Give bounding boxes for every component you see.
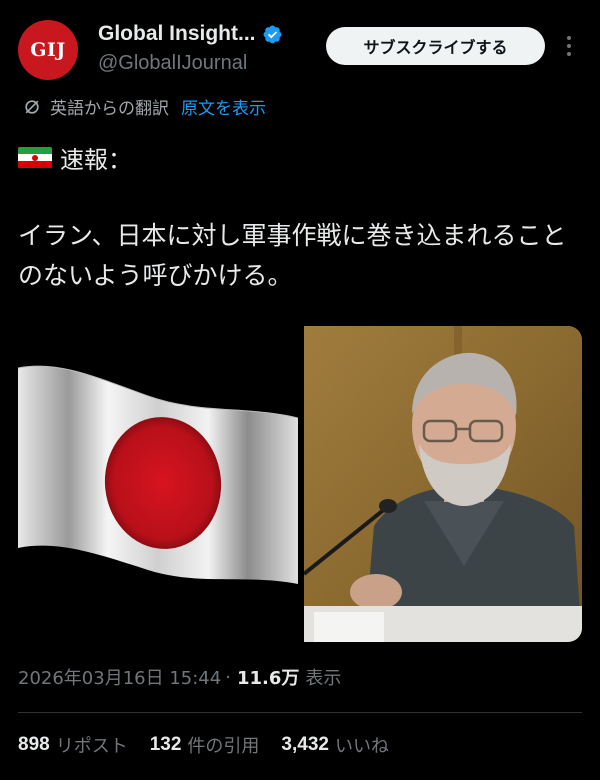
like-count[interactable]: 3,432 xyxy=(281,734,329,756)
verified-badge-icon xyxy=(263,25,281,43)
repost-count[interactable]: 898 xyxy=(18,734,50,756)
quote-label[interactable]: 件の引用 xyxy=(187,732,259,758)
author-name-row[interactable]: Global Insight... xyxy=(98,22,283,46)
repost-label[interactable]: リポスト xyxy=(56,732,128,758)
show-original-link[interactable]: 原文を表示 xyxy=(181,94,266,119)
headline-text: 速報： xyxy=(60,146,132,174)
views-count: 11.6万 xyxy=(236,668,300,689)
like-label[interactable]: いいね xyxy=(335,732,389,758)
tweet-card: GIJ Global Insight... @GlobalIJournal サブ… xyxy=(0,0,600,780)
author-display-name[interactable]: Global Insight... xyxy=(98,22,256,46)
iran-flag-icon xyxy=(18,146,52,169)
author-handle[interactable]: @GlobalIJournal xyxy=(98,52,247,75)
avatar[interactable]: GIJ xyxy=(18,20,78,80)
tweet-headline: 速報： xyxy=(18,140,132,175)
japan-flag-illustration xyxy=(18,365,298,584)
portrait-image[interactable] xyxy=(304,326,582,642)
meta-separator: · xyxy=(225,666,231,688)
views-label: 表示 xyxy=(305,668,342,689)
timestamp[interactable]: 2026年03月16日 15:44 xyxy=(18,664,221,690)
tweet-meta: 2026年03月16日 15:44 · 11.6万 表示 xyxy=(18,664,341,690)
subscribe-button[interactable]: サブスクライブする xyxy=(326,27,545,65)
divider xyxy=(18,712,582,713)
translation-row: 英語からの翻訳 原文を表示 xyxy=(22,94,266,119)
tweet-body: イラン、日本に対し軍事作戦に巻き込まれることのないよう呼びかける。 xyxy=(18,221,567,290)
avatar-text: GIJ xyxy=(30,39,66,61)
portrait-illustration xyxy=(304,326,582,642)
more-options-icon[interactable] xyxy=(558,30,580,62)
engagement-stats: 898 リポスト 132 件の引用 3,432 いいね xyxy=(18,732,411,758)
translation-label: 英語からの翻訳 xyxy=(50,99,169,119)
translate-icon xyxy=(25,99,39,114)
japan-flag-image[interactable] xyxy=(18,326,298,642)
quote-count[interactable]: 132 xyxy=(150,734,182,756)
